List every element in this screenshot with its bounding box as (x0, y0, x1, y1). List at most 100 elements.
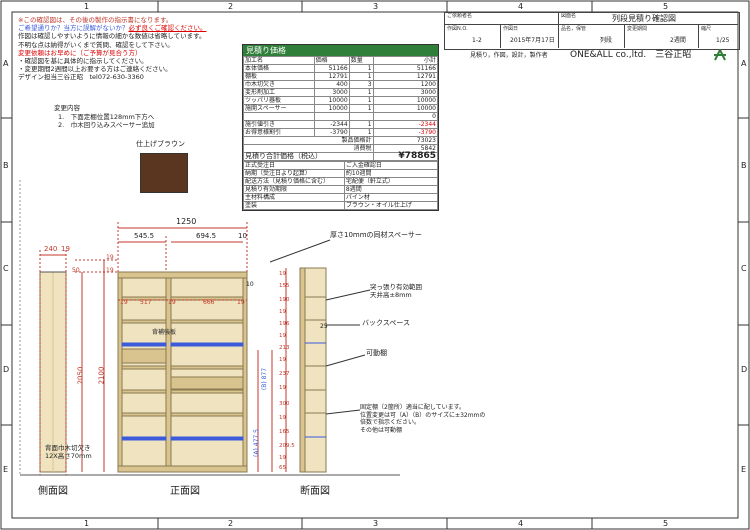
grid-row-C-right: C (741, 264, 747, 273)
tb-divider (698, 24, 699, 48)
tb-no-value: 1-2 (472, 37, 482, 44)
order-cell: 約10週間 (343, 169, 439, 178)
price-cell: -3790 (313, 128, 350, 137)
price-cell: 51166 (313, 64, 350, 73)
price-cell: 3 (348, 80, 374, 89)
dim-b877: (B) 877 (261, 367, 269, 391)
section-view-label: 断面図 (300, 486, 330, 497)
price-cell: 10000 (313, 96, 350, 105)
price-cell: 1 (348, 96, 374, 105)
price-cell: 1200 (372, 80, 439, 89)
grid-col-4: 4 (518, 2, 524, 11)
price-cell: 12791 (372, 72, 439, 81)
side-view (19, 180, 67, 475)
grid-row-D-right: D (741, 365, 748, 374)
tb-divider (500, 24, 501, 48)
section-dim: 19 (279, 271, 286, 277)
callout-tension: 突っ張り有効範囲 天井高±8mm (370, 283, 422, 299)
price-cell: 12791 (313, 72, 350, 81)
section-dim: 19 (279, 415, 286, 421)
price-cell: -3790 (372, 128, 439, 137)
callout-baseboard-line: 背面巾木切欠き (45, 444, 91, 452)
price-cell: 10000 (313, 104, 350, 113)
company-logo-icon (712, 49, 728, 61)
price-cell: 51166 (372, 64, 439, 73)
section-dim: 155 (279, 283, 290, 289)
order-cell: 宅配便（軒立式） (343, 177, 439, 186)
tb-company-desc: 見積り，作図，設計，製作者 (470, 52, 548, 59)
section-dim: 237 (279, 371, 290, 377)
dim-10: 10 (238, 232, 247, 240)
price-cell: 1 (348, 64, 374, 73)
order-cell: 正式受注日 (243, 161, 345, 170)
callout-fixed-line: 固定棚（2箇所）適当に配しています。 (360, 404, 466, 411)
section-dim: 196 (279, 321, 290, 327)
price-header-price: 価格 (313, 56, 350, 65)
dim-10-b: 10 (246, 281, 254, 288)
price-cell: 巾木切欠き (243, 80, 315, 89)
changes-block: 変更内容 1. 下面定棚位置128mm下方へ 2. 巾木回り込みスペーサー追加 (54, 104, 155, 130)
tb-date-value: 2015年7月17日 (510, 37, 555, 44)
grid-row-B: B (3, 161, 9, 170)
order-cell: 配送方法（見積り価格に含む） (243, 177, 345, 186)
dim-19-f: 19 (237, 299, 245, 306)
price-cell (348, 112, 374, 121)
callout-fixed-line: 位置変更は可（A）（B）のサイズに±32mmの (360, 411, 486, 419)
note-line-2b: 必ず良くご確認ください。 (128, 24, 207, 33)
dim-a477: (A) 477.5 (252, 429, 260, 457)
price-cell: ツッパリ器板 (243, 96, 315, 105)
price-cell: 1 (348, 88, 374, 97)
price-cell: 10000 (372, 104, 439, 113)
price-cell: 変形剤加工 (243, 88, 315, 97)
tb-status-value: 列段 (600, 37, 613, 44)
price-cell: 施開スペーサー (243, 104, 315, 113)
dim-694: 694.5 (196, 232, 217, 240)
grid-col-1: 1 (84, 2, 90, 11)
grid-col-2: 2 (228, 2, 234, 11)
grid-row-E-right: E (741, 465, 747, 474)
grid-row-C: C (3, 264, 9, 273)
dim-19-c: 19 (106, 267, 114, 274)
dim-666: 666 (203, 299, 215, 306)
price-row: 施開スペーサー 10000 1 10000 (243, 104, 439, 113)
grid-row-B-right: B (741, 161, 747, 170)
tb-scale-value: 1/25 (716, 37, 730, 44)
section-dim: 19 (279, 309, 286, 315)
price-cell: 本体価格 (243, 64, 315, 73)
price-table: 見積り価格 加工名 価格 数量 小計 本体価格 51166 1 51166 棚板 127… (242, 44, 439, 211)
order-row: 主材料構成 パイン材 (243, 193, 439, 202)
grid-row-E: E (3, 465, 9, 474)
finish-label: 仕上げブラウン (136, 140, 185, 148)
price-row: 施引値引き -2344 1 -2344 (243, 120, 439, 129)
dim-50: 50 (72, 267, 80, 274)
callout-tension-line: 天井高±8mm (370, 291, 412, 299)
price-cell (243, 112, 315, 121)
grid-col-5-bottom: 5 (663, 519, 669, 528)
section-dim: 19 (279, 385, 286, 391)
price-cell (313, 112, 350, 121)
order-cell: パイン材 (343, 193, 439, 202)
tb-status-label: 品名，保管 (561, 26, 587, 32)
changes-item-1: 1. 下面定棚位置128mm下方へ (58, 112, 155, 121)
product-price-label: 製品価格計 (243, 136, 374, 145)
callout-backspace: バックスペース (362, 319, 410, 327)
dim-19: 19 (61, 245, 70, 253)
grid-row-A-right: A (741, 59, 747, 68)
finish-swatch (140, 153, 188, 193)
dim-19-e: 19 (168, 299, 176, 306)
order-cell: ブラウン・オイル仕上げ (343, 201, 439, 210)
dim-545: 545.5 (134, 232, 155, 240)
tb-company: ONE&ALL co.,ltd. 三谷正昭 (570, 50, 692, 60)
note-line-4: 不明な点は納得がいくまで質問、確認をして下さい。 (18, 40, 174, 49)
price-title: 見積り価格 (243, 45, 438, 56)
order-row: 配送方法（見積り価格に含む） 宅配便（軒立式） (243, 177, 439, 186)
price-row: 本体価格 51166 1 51166 (243, 64, 439, 73)
tb-change-label: 変更期間 (627, 26, 648, 32)
order-cell: 塗装 (243, 201, 345, 210)
callout-fixed: 固定棚（2箇所）適当に配しています。 位置変更は可（A）（B）のサイズに±32m… (360, 404, 485, 434)
front-view-label: 正面図 (170, 486, 200, 497)
grid-col-4-bottom: 4 (518, 519, 524, 528)
changes-item-2: 2. 巾木回り込みスペーサー追加 (58, 121, 155, 129)
order-row: 納期（受注日より起算） 約10週間 (243, 169, 439, 178)
dim-1250: 1250 (176, 217, 197, 226)
